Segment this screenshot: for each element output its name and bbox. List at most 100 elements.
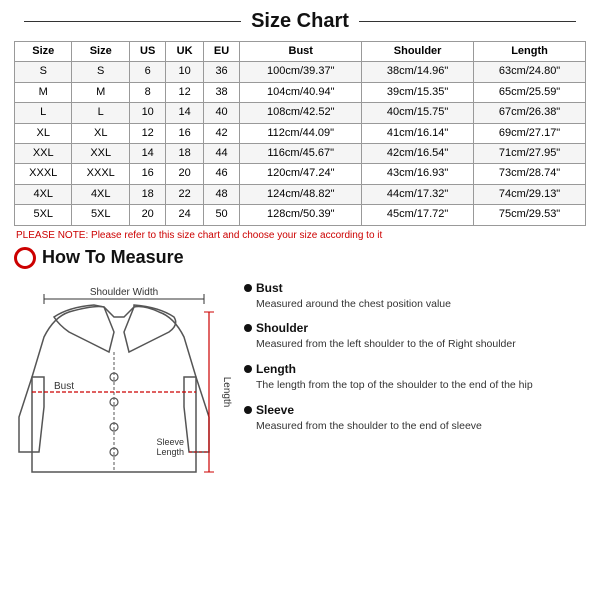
bullet-icon [244,406,252,414]
table-row: 4XL4XL182248124cm/48.82"44cm/17.32"74cm/… [15,184,586,204]
table-header-cell: Length [474,42,586,62]
table-cell: 116cm/45.67" [240,143,362,163]
measure-item: Sleeve Measured from the shoulder to the … [244,403,586,434]
table-cell: 5XL [72,205,129,225]
svg-text:Length: Length [156,447,184,457]
table-cell: 38cm/14.96" [362,62,474,82]
table-cell: 20 [129,205,165,225]
table-cell: 38 [203,82,239,102]
measure-desc-text: Measured around the chest position value [244,297,586,312]
measure-item: Shoulder Measured from the left shoulder … [244,321,586,352]
measure-item: Length The length from the top of the sho… [244,362,586,393]
table-cell: 112cm/44.09" [240,123,362,143]
table-cell: 71cm/27.95" [474,143,586,163]
table-cell: 41cm/16.14" [362,123,474,143]
measure-title: Shoulder [244,321,586,335]
table-cell: 100cm/39.37" [240,62,362,82]
table-cell: S [72,62,129,82]
svg-text:Sleeve: Sleeve [156,437,184,447]
measure-title: Sleeve [244,403,586,417]
table-header-cell: Shoulder [362,42,474,62]
measure-desc-text: The length from the top of the shoulder … [244,378,586,393]
table-cell: 42cm/16.54" [362,143,474,163]
table-cell: 63cm/24.80" [474,62,586,82]
table-cell: 22 [166,184,203,204]
table-cell: 104cm/40.94" [240,82,362,102]
table-cell: 12 [166,82,203,102]
table-cell: 16 [166,123,203,143]
table-cell: 124cm/48.82" [240,184,362,204]
table-header-cell: Size [15,42,72,62]
table-cell: 24 [166,205,203,225]
table-cell: 18 [129,184,165,204]
table-row: SS61036100cm/39.37"38cm/14.96"63cm/24.80… [15,62,586,82]
table-row: XLXL121642112cm/44.09"41cm/16.14"69cm/27… [15,123,586,143]
table-cell: 10 [129,103,165,123]
table-cell: 65cm/25.59" [474,82,586,102]
measure-desc-text: Measured from the left shoulder to the o… [244,337,586,352]
table-cell: 48 [203,184,239,204]
table-cell: XXXL [72,164,129,184]
table-header-row: SizeSizeUSUKEUBustShoulderLength [15,42,586,62]
table-cell: M [15,82,72,102]
title-row: Size Chart [14,10,586,33]
svg-text:Shoulder Width: Shoulder Width [90,287,158,298]
table-cell: 14 [166,103,203,123]
table-cell: 5XL [15,205,72,225]
table-cell: 18 [166,143,203,163]
table-cell: 40cm/15.75" [362,103,474,123]
title-line-left [24,21,241,22]
table-cell: 10 [166,62,203,82]
measure-title-text: Shoulder [256,321,308,335]
table-cell: 8 [129,82,165,102]
table-cell: 75cm/29.53" [474,205,586,225]
jacket-illustration: Shoulder Width [14,277,234,500]
table-cell: L [15,103,72,123]
measure-title: Bust [244,281,586,295]
svg-text:Length: Length [221,376,232,407]
table-cell: 108cm/42.52" [240,103,362,123]
how-to-title: How To Measure [42,247,184,268]
table-header-cell: US [129,42,165,62]
table-cell: 40 [203,103,239,123]
table-cell: 44cm/17.32" [362,184,474,204]
please-note: PLEASE NOTE: Please refer to this size c… [14,230,586,241]
table-row: XXLXXL141844116cm/45.67"42cm/16.54"71cm/… [15,143,586,163]
bottom-section: Shoulder Width [14,277,586,500]
measure-title-text: Sleeve [256,403,294,417]
table-cell: 73cm/28.74" [474,164,586,184]
table-cell: M [72,82,129,102]
bullet-icon [244,284,252,292]
table-cell: 45cm/17.72" [362,205,474,225]
table-cell: 44 [203,143,239,163]
table-cell: 120cm/47.24" [240,164,362,184]
table-cell: XXL [72,143,129,163]
measure-item: Bust Measured around the chest position v… [244,281,586,312]
table-cell: 39cm/15.35" [362,82,474,102]
table-cell: 4XL [72,184,129,204]
table-cell: XXL [15,143,72,163]
table-cell: 67cm/26.38" [474,103,586,123]
table-cell: XL [72,123,129,143]
table-cell: 74cm/29.13" [474,184,586,204]
table-cell: XL [15,123,72,143]
title-line-right [359,21,576,22]
table-cell: 46 [203,164,239,184]
table-cell: S [15,62,72,82]
measure-title: Length [244,362,586,376]
svg-text:Bust: Bust [54,381,74,392]
table-cell: 43cm/16.93" [362,164,474,184]
page-title: Size Chart [251,10,349,33]
table-cell: 14 [129,143,165,163]
table-cell: 6 [129,62,165,82]
measure-desc-text: Measured from the shoulder to the end of… [244,419,586,434]
table-cell: 42 [203,123,239,143]
red-circle-icon [14,247,36,269]
measurements-list: Bust Measured around the chest position v… [244,277,586,444]
table-cell: 128cm/50.39" [240,205,362,225]
table-header-cell: Size [72,42,129,62]
table-row: 5XL5XL202450128cm/50.39"45cm/17.72"75cm/… [15,205,586,225]
table-cell: 4XL [15,184,72,204]
measure-title-text: Bust [256,281,283,295]
bullet-icon [244,324,252,332]
